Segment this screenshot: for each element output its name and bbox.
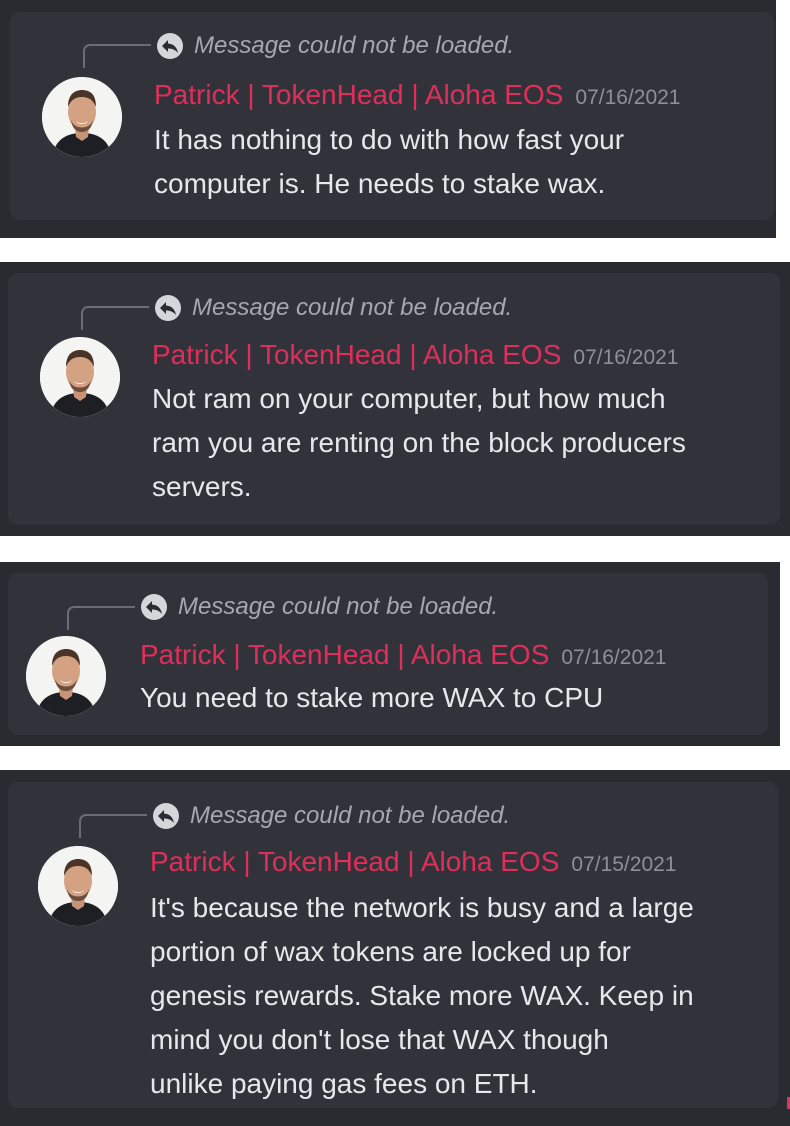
reply-arrow-icon (157, 33, 183, 59)
message-content: It's because the network is busy and a l… (150, 886, 694, 1106)
message-card: Message could not be loaded. Patrick | T… (8, 573, 768, 735)
user-avatar[interactable] (26, 636, 106, 716)
message-timestamp[interactable]: 07/15/2021 (571, 853, 676, 876)
reply-arrow-icon (153, 803, 179, 829)
reply-arrow-icon (141, 594, 167, 620)
reply-connector (83, 44, 151, 68)
message-line: genesis rewards. Stake more WAX. Keep in (150, 980, 694, 1011)
reply-connector (67, 606, 135, 630)
reply-unavailable-text: Message could not be loaded. (178, 593, 499, 620)
message-line: mind you don't lose that WAX though (150, 1024, 609, 1055)
message-content: It has nothing to do with how fast your … (154, 118, 624, 206)
reply-connector (79, 814, 147, 838)
message-line: servers. (152, 471, 252, 502)
message-content: You need to stake more WAX to CPU (140, 676, 603, 720)
message-line: You need to stake more WAX to CPU (140, 682, 604, 713)
message-header: Patrick | TokenHead | Aloha EOS 07/16/202… (154, 79, 680, 116)
message-card: Message could not be loaded. Patrick | T… (8, 782, 778, 1108)
reply-connector (81, 306, 149, 330)
message-line: It's because the network is busy and a l… (150, 892, 694, 923)
reply-unavailable-text: Message could not be loaded. (194, 32, 515, 59)
message-content: Not ram on your computer, but how much r… (152, 377, 686, 509)
user-avatar[interactable] (40, 337, 120, 417)
author-name[interactable]: Patrick | TokenHead | Aloha EOS (152, 339, 561, 370)
reply-unavailable-text: Message could not be loaded. (190, 802, 511, 829)
message-line: It has nothing to do with how fast your (154, 124, 625, 155)
reply-arrow-icon (155, 295, 181, 321)
message-card: Message could not be loaded. Patrick | T… (8, 273, 780, 525)
message-header: Patrick | TokenHead | Aloha EOS 07/16/202… (140, 639, 666, 676)
message-header: Patrick | TokenHead | Aloha EOS 07/16/202… (152, 339, 678, 376)
message-line: ram you are renting on the block produce… (152, 427, 686, 458)
author-name[interactable]: Patrick | TokenHead | Aloha EOS (150, 846, 559, 877)
user-avatar[interactable] (42, 77, 122, 157)
message-line: portion of wax tokens are locked up for (150, 936, 631, 967)
message-line: computer is. He needs to stake wax. (154, 168, 606, 199)
screenshot-collage: Message could not be loaded. Patrick | T… (0, 0, 790, 1126)
message-line: unlike paying gas fees on ETH. (150, 1068, 538, 1099)
reply-unavailable-text: Message could not be loaded. (192, 294, 513, 321)
author-name[interactable]: Patrick | TokenHead | Aloha EOS (140, 639, 549, 670)
message-timestamp[interactable]: 07/16/2021 (573, 346, 678, 369)
message-timestamp[interactable]: 07/16/2021 (575, 86, 680, 109)
message-timestamp[interactable]: 07/16/2021 (561, 646, 666, 669)
message-header: Patrick | TokenHead | Aloha EOS 07/15/202… (150, 846, 676, 883)
author-name[interactable]: Patrick | TokenHead | Aloha EOS (154, 79, 563, 110)
message-line: Not ram on your computer, but how much (152, 383, 666, 414)
user-avatar[interactable] (38, 846, 118, 926)
message-card: Message could not be loaded. Patrick | T… (10, 12, 774, 220)
